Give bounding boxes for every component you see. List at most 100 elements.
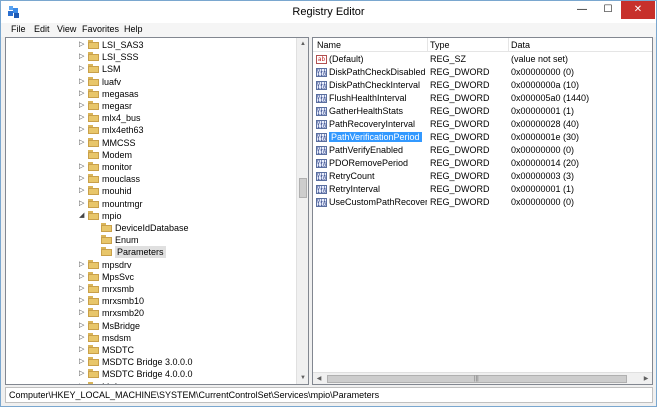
title-bar[interactable]: Registry Editor — ☐ ✕ (1, 1, 656, 23)
tree-item[interactable]: ▷ MSDTC (6, 344, 296, 356)
tree-item[interactable]: Modem (6, 149, 296, 161)
list-horizontal-scrollbar[interactable]: ◀ ||| ▶ (313, 372, 652, 384)
current-key-path: Computer\HKEY_LOCAL_MACHINE\SYSTEM\Curre… (9, 390, 380, 400)
tree-item[interactable]: ▷ megasr (6, 100, 296, 112)
registry-values-list[interactable]: Name Type Data ab (Default) REG_SZ (value n… (312, 37, 653, 385)
expand-arrow-icon[interactable]: ▷ (79, 321, 87, 331)
expand-arrow-icon[interactable]: ▷ (79, 40, 87, 50)
tree-item[interactable]: ▷ mrxsmb20 (6, 307, 296, 319)
binary-value-icon: 011 110 (316, 120, 327, 129)
tree-scroll-thumb[interactable] (299, 178, 307, 198)
tree-item[interactable]: ▷ mlx4eth63 (6, 124, 296, 136)
expand-arrow-icon[interactable]: ▷ (79, 199, 87, 209)
expand-arrow-icon[interactable]: ▷ (79, 260, 87, 270)
minimize-button[interactable]: — (569, 1, 595, 19)
value-row[interactable]: 011 110 RetryCount REG_DWORD 0x00000003 (3) (313, 170, 652, 183)
tree-item[interactable]: ▷ msdsm (6, 332, 296, 344)
maximize-button[interactable]: ☐ (595, 1, 621, 19)
expand-arrow-icon[interactable]: ▷ (79, 284, 87, 294)
expand-arrow-icon[interactable]: ▷ (79, 52, 87, 62)
tree-item[interactable]: ▷ MsBridge (6, 320, 296, 332)
column-divider[interactable] (508, 38, 509, 52)
tree-item-label: mountmgr (102, 198, 143, 209)
collapse-arrow-icon[interactable]: ◢ (79, 211, 87, 221)
expand-arrow-icon[interactable]: ▷ (79, 186, 87, 196)
expand-arrow-icon[interactable]: ▷ (79, 113, 87, 123)
tree-item-label: mrxsmb20 (102, 308, 145, 319)
tree-item[interactable]: ▷ MpsSvc (6, 271, 296, 283)
tree-item[interactable]: Parameters (6, 246, 296, 259)
expand-arrow-icon[interactable]: ▷ (79, 64, 87, 74)
column-header-name[interactable]: Name (317, 40, 341, 50)
tree-item[interactable]: ▷ mrxsmb10 (6, 295, 296, 307)
list-scroll-thumb[interactable]: ||| (327, 375, 627, 383)
tree-item[interactable]: ▷ LSM (6, 63, 296, 75)
menu-view[interactable]: View (57, 24, 76, 34)
value-name-text: DiskPathCheckDisabled (329, 67, 426, 77)
scroll-down-arrow-icon[interactable]: ▼ (298, 373, 308, 383)
tree-item[interactable]: ▷ mrxsmb (6, 283, 296, 295)
expand-arrow-icon[interactable]: ▷ (79, 174, 87, 184)
expand-arrow-icon[interactable]: ▷ (79, 369, 87, 379)
expand-arrow-icon[interactable]: ▷ (79, 345, 87, 355)
registry-key-tree[interactable]: ▷ LSI_SAS3 ▷ LSI_SSS ▷ LSM ▷ luafv ▷ megasas ▷ mega… (5, 37, 309, 385)
tree-item[interactable]: ◢ mpio (6, 210, 296, 222)
tree-item[interactable]: ▷ MSDTC Bridge 3.0.0.0 (6, 356, 296, 368)
value-row[interactable]: 011 110 PDORemovePeriod REG_DWORD 0x00000014… (313, 157, 652, 170)
value-row[interactable]: ab (Default) REG_SZ (value not set) (313, 53, 652, 66)
tree-item[interactable]: ▷ mlx4_bus (6, 112, 296, 124)
expand-arrow-icon[interactable]: ▷ (79, 138, 87, 148)
value-name-text: (Default) (329, 54, 364, 64)
value-row[interactable]: 011 110 PathVerificationPeriod REG_DWORD 0x0… (313, 131, 652, 144)
tree-item-label: MSDTC Bridge 3.0.0.0 (102, 357, 193, 368)
tree-vertical-scrollbar[interactable]: ▲ ▼ (296, 38, 308, 384)
value-row[interactable]: 011110UseCustomPathRecovery...REG_DWORD 0… (313, 196, 652, 209)
value-row[interactable]: 011 110 RetryInterval REG_DWORD 0x00000001 (… (313, 183, 652, 196)
tree-item[interactable]: ▷ mouhid (6, 185, 296, 197)
value-row[interactable]: 011 110 DiskPathCheckInterval REG_DWORD 0x00… (313, 79, 652, 92)
menu-file[interactable]: File (11, 24, 26, 34)
expand-arrow-icon[interactable]: ▷ (79, 272, 87, 282)
menu-edit[interactable]: Edit (34, 24, 50, 34)
tree-item[interactable]: ▷ mountmgr (6, 198, 296, 210)
expand-arrow-icon[interactable]: ▷ (79, 101, 87, 111)
scroll-up-arrow-icon[interactable]: ▲ (298, 39, 308, 49)
tree-item[interactable]: ▷ MMCSS (6, 137, 296, 149)
close-button[interactable]: ✕ (621, 1, 655, 19)
column-header-type[interactable]: Type (430, 40, 450, 50)
value-name: RetryInterval (329, 184, 427, 195)
expand-arrow-icon[interactable]: ▷ (79, 296, 87, 306)
expand-arrow-icon[interactable]: ▷ (79, 333, 87, 343)
tree-item[interactable]: ▷ mpsdrv (6, 259, 296, 271)
tree-item[interactable]: DeviceIdDatabase (6, 222, 296, 234)
value-row[interactable]: 011 110 GatherHealthStats REG_DWORD 0x000000… (313, 105, 652, 118)
expand-arrow-icon[interactable]: ▷ (79, 357, 87, 367)
column-divider[interactable] (427, 38, 428, 52)
tree-item[interactable]: ▷ megasas (6, 88, 296, 100)
expand-arrow-icon[interactable]: ▷ (79, 125, 87, 135)
scroll-left-arrow-icon[interactable]: ◀ (314, 374, 324, 384)
value-type: REG_DWORD (430, 106, 490, 116)
expand-arrow-icon[interactable]: ▷ (79, 89, 87, 99)
tree-item[interactable]: ▷ LSI_SAS3 (6, 39, 296, 51)
expand-arrow-icon[interactable]: ▷ (79, 308, 87, 318)
expand-arrow-icon[interactable]: ▷ (79, 77, 87, 87)
tree-item[interactable]: ▷ Msfs (6, 381, 296, 384)
tree-item[interactable]: Enum (6, 234, 296, 246)
value-row[interactable]: 011 110 PathVerifyEnabled REG_DWORD 0x000000… (313, 144, 652, 157)
tree-item[interactable]: ▷ monitor (6, 161, 296, 173)
menu-help[interactable]: Help (124, 24, 143, 34)
value-row[interactable]: 011 110 FlushHealthInterval REG_DWORD 0x0000… (313, 92, 652, 105)
tree-item[interactable]: ▷ luafv (6, 76, 296, 88)
column-header-data[interactable]: Data (511, 40, 530, 50)
tree-item[interactable]: ▷ LSI_SSS (6, 51, 296, 63)
value-row[interactable]: 011 110 DiskPathCheckDisabled REG_DWORD 0x00… (313, 66, 652, 79)
menu-favorites[interactable]: Favorites (82, 24, 119, 34)
value-row[interactable]: 011 110 PathRecoveryInterval REG_DWORD 0x000… (313, 118, 652, 131)
scroll-right-arrow-icon[interactable]: ▶ (641, 374, 651, 384)
expand-arrow-icon[interactable]: ▷ (79, 382, 87, 384)
tree-item[interactable]: ▷ mouclass (6, 173, 296, 185)
folder-icon (88, 296, 99, 306)
expand-arrow-icon[interactable]: ▷ (79, 162, 87, 172)
tree-item[interactable]: ▷ MSDTC Bridge 4.0.0.0 (6, 368, 296, 380)
